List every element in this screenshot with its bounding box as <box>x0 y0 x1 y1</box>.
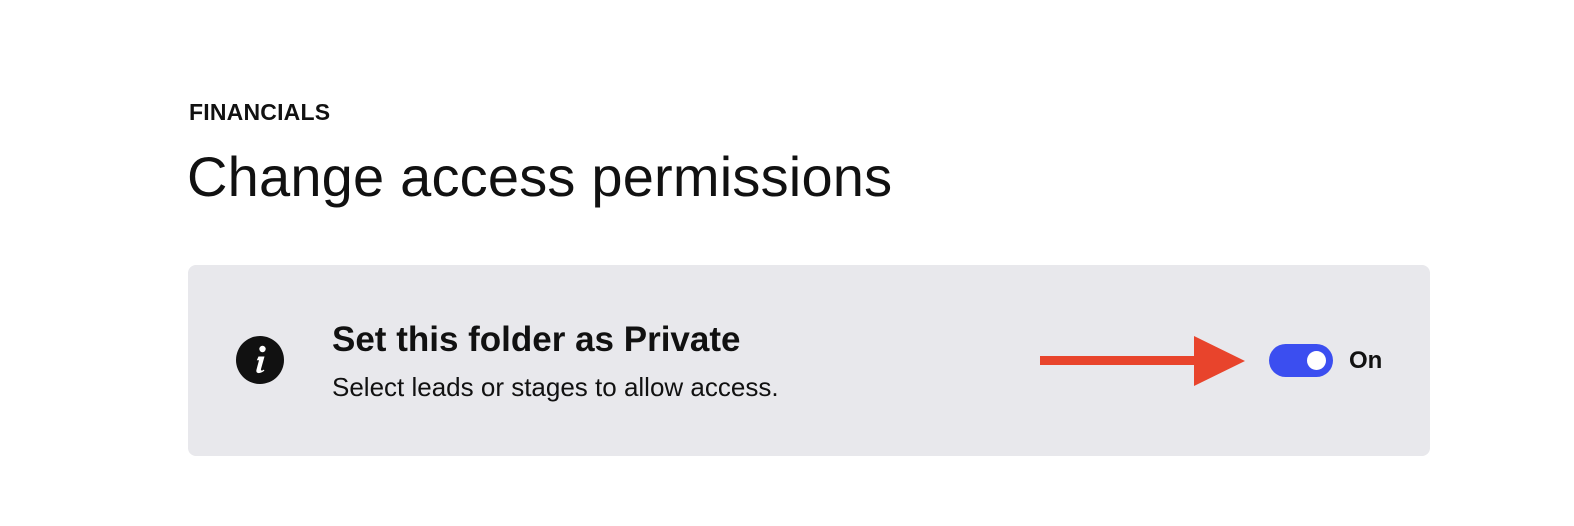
toggle-knob <box>1307 351 1326 370</box>
private-folder-toggle[interactable] <box>1269 344 1333 377</box>
page-title: Change access permissions <box>187 145 893 208</box>
section-eyebrow: FINANCIALS <box>189 99 331 125</box>
private-folder-panel: Set this folder as Private Select leads … <box>188 265 1430 456</box>
red-arrow-icon <box>1040 336 1245 386</box>
access-permissions-page: FINANCIALS Change access permissions Set… <box>0 0 1574 526</box>
toggle-state-label: On <box>1349 347 1383 374</box>
private-folder-heading: Set this folder as Private <box>332 320 741 359</box>
private-folder-description: Select leads or stages to allow access. <box>332 372 779 402</box>
info-icon <box>236 336 284 384</box>
